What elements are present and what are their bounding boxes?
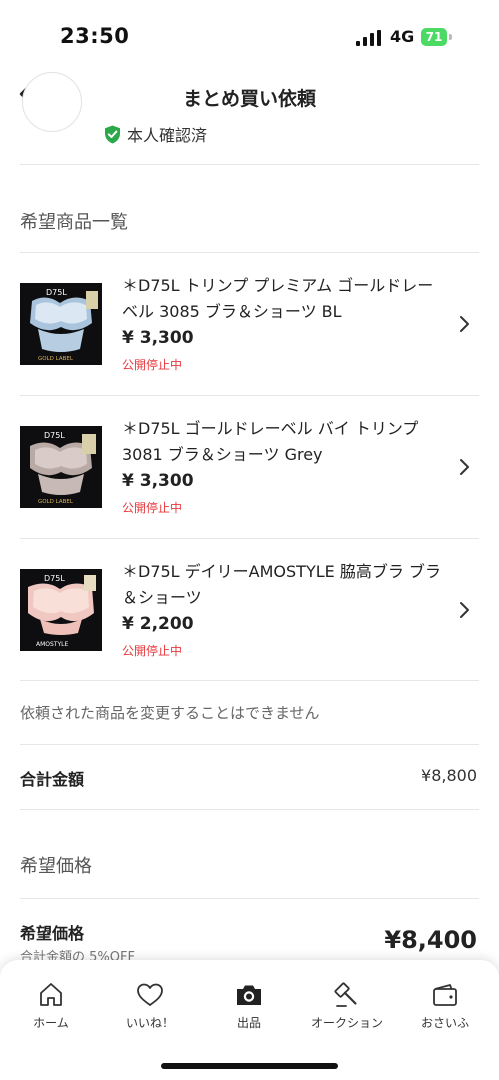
- items-section-title: 希望商品一覧: [20, 212, 128, 233]
- seller-avatar[interactable]: [22, 72, 82, 132]
- wallet-icon: [433, 984, 457, 1006]
- status-time: 23:50: [60, 24, 130, 48]
- divider: [20, 164, 479, 165]
- list-item[interactable]: D75L GOLD LABEL ＊D75L ゴールドレーベル バイ トリンプ30…: [0, 396, 499, 538]
- signal-icon: [356, 30, 381, 46]
- thumb-size-tag: D75L: [44, 431, 65, 440]
- thumb-brand: AMOSTYLE: [36, 641, 68, 648]
- wish-price-label: 希望価格: [20, 924, 85, 943]
- tab-label: おさいふ: [420, 1016, 469, 1030]
- thumb-size-tag: D75L: [44, 574, 65, 583]
- tab-bar: ホーム いいね！ 出品 オークション おさいふ: [0, 960, 499, 1080]
- item-status: 公開停止中: [122, 501, 183, 515]
- total-label: 合計金額: [20, 770, 85, 789]
- wish-price-value: ¥8,400: [384, 926, 477, 954]
- wish-section-title: 希望価格: [20, 856, 92, 877]
- item-status: 公開停止中: [122, 358, 183, 372]
- battery-level: 71: [421, 28, 447, 46]
- item-price: ¥ 3,300: [122, 328, 194, 348]
- thumb-size-tag: D75L: [46, 288, 67, 297]
- item-name: ＊D75L デイリーAMOSTYLE 脇高ブラ ブラ＆ショーツ: [122, 562, 441, 607]
- product-thumbnail: D75L GOLD LABEL: [20, 426, 102, 508]
- verified-label: 本人確認済: [127, 126, 208, 145]
- divider: [20, 809, 479, 810]
- total-value: ¥8,800: [421, 766, 477, 785]
- gavel-icon: [334, 982, 357, 1007]
- product-thumbnail: D75L AMOSTYLE: [20, 569, 102, 651]
- status-bar: 23:50 4G 71: [0, 0, 499, 70]
- tab-label: ホーム: [33, 1016, 69, 1030]
- tab-label: いいね！: [125, 1016, 174, 1030]
- home-indicator: [161, 1063, 338, 1069]
- list-item[interactable]: D75L GOLD LABEL ＊D75L トリンプ プレミアム ゴールドレーベ…: [0, 253, 499, 395]
- list-item[interactable]: D75L AMOSTYLE ＊D75L デイリーAMOSTYLE 脇高ブラ ブラ…: [0, 539, 499, 681]
- product-thumbnail: D75L GOLD LABEL: [20, 283, 102, 365]
- chevron-right-icon: [460, 602, 469, 618]
- camera-icon: [237, 985, 261, 1005]
- home-icon: [40, 983, 62, 1006]
- divider: [20, 744, 479, 745]
- heart-icon: [137, 983, 163, 1006]
- item-name: ＊D75L トリンプ プレミアム ゴールドレーベル 3085 ブラ＆ショーツ B…: [122, 276, 434, 321]
- item-price: ¥ 3,300: [122, 471, 194, 491]
- change-notice: 依頼された商品を変更することはできません: [20, 704, 320, 722]
- shield-check-icon: [105, 125, 120, 143]
- item-price: ¥ 2,200: [122, 614, 194, 634]
- tab-sell[interactable]: 出品: [204, 980, 294, 1031]
- tab-auction[interactable]: オークション: [302, 980, 392, 1031]
- tab-wallet[interactable]: おさいふ: [400, 980, 490, 1031]
- thumb-brand: GOLD LABEL: [38, 499, 74, 505]
- divider: [20, 680, 479, 681]
- chevron-right-icon: [460, 459, 469, 475]
- tab-label: 出品: [236, 1016, 261, 1030]
- divider: [20, 898, 479, 899]
- tab-home[interactable]: ホーム: [6, 980, 96, 1031]
- item-status: 公開停止中: [122, 644, 183, 658]
- chevron-right-icon: [460, 316, 469, 332]
- item-name: ＊D75L ゴールドレーベル バイ トリンプ3081 ブラ＆ショーツ Grey: [122, 419, 419, 464]
- battery-icon: 71: [421, 28, 453, 46]
- network-type: 4G: [390, 27, 415, 46]
- verified-badge: 本人確認済: [104, 122, 207, 146]
- tab-likes[interactable]: いいね！: [105, 980, 195, 1031]
- tab-label: オークション: [310, 1016, 383, 1030]
- thumb-brand: GOLD LABEL: [38, 356, 74, 362]
